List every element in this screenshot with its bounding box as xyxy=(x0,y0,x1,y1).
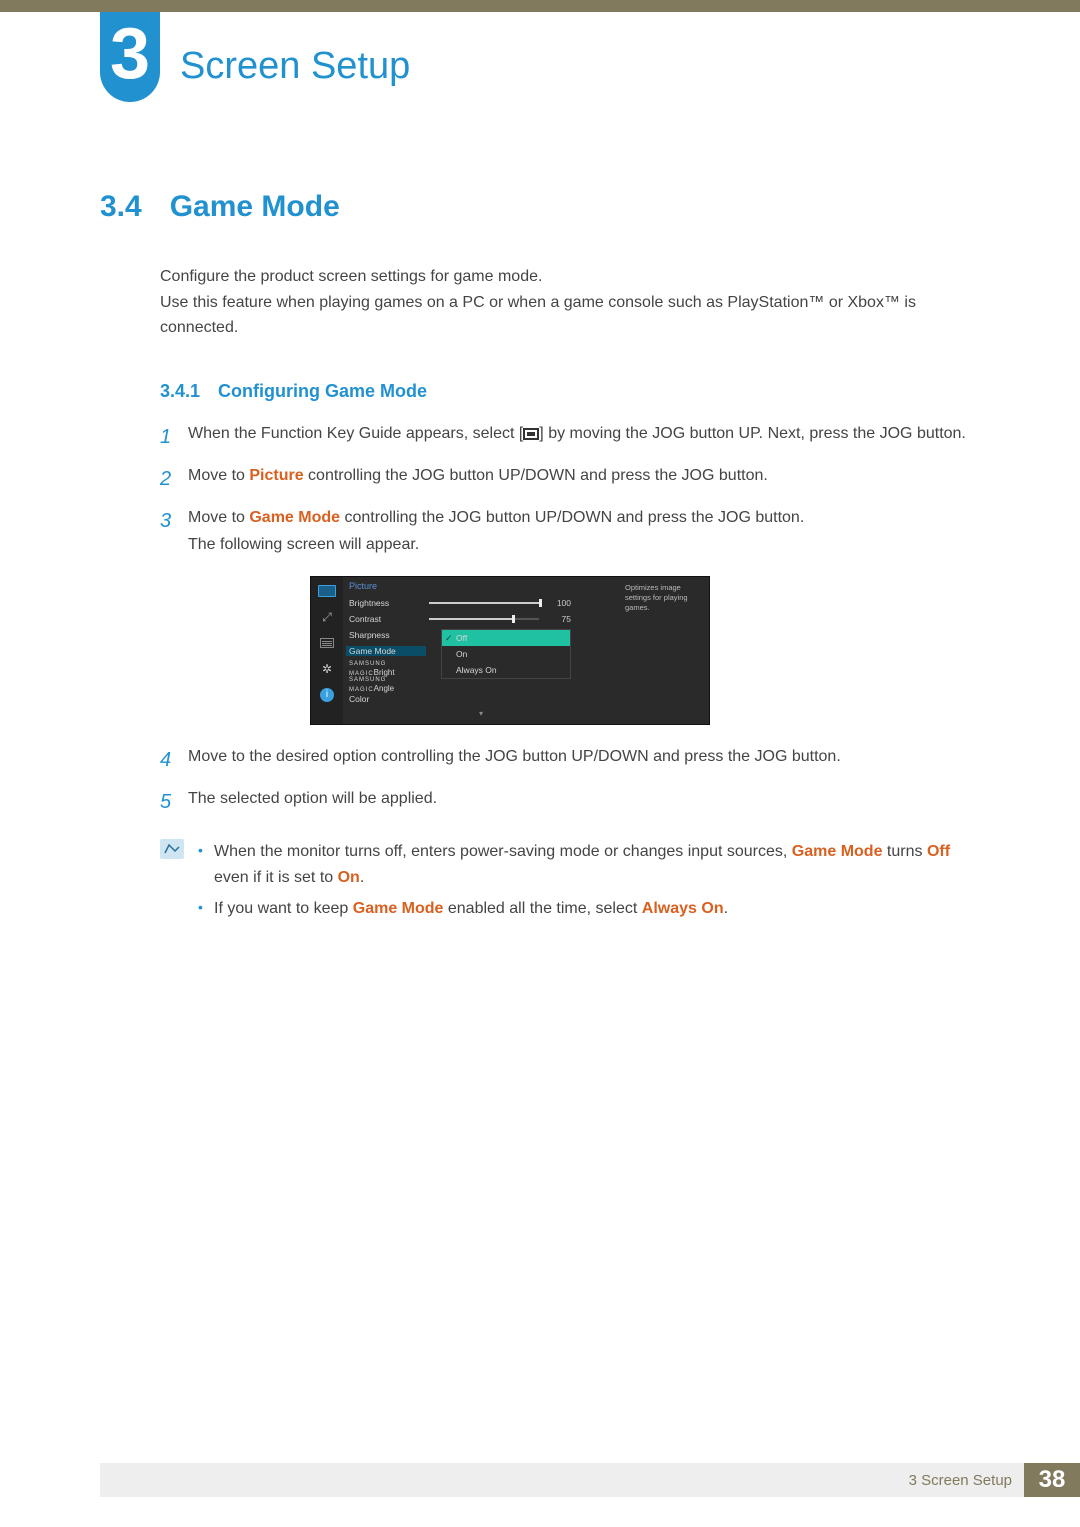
header-band xyxy=(0,0,1080,12)
section-heading: 3.4 Game Mode xyxy=(100,190,980,224)
step-text: Move to xyxy=(188,467,249,484)
step-number: 3 xyxy=(160,504,188,558)
page-number: 38 xyxy=(1024,1463,1080,1497)
osd-slider xyxy=(429,618,539,620)
step-1: 1 When the Function Key Guide appears, s… xyxy=(160,420,980,454)
keyword-off: Off xyxy=(927,843,950,860)
osd-option-alwayson: Always On xyxy=(442,662,570,678)
note-text: enabled all the time, select xyxy=(443,900,641,917)
section-number: 3.4 xyxy=(100,190,142,223)
step-number: 2 xyxy=(160,462,188,496)
keyword-alwayson: Always On xyxy=(642,900,724,917)
chapter-title: Screen Setup xyxy=(180,45,410,88)
osd-label: Sharpness xyxy=(349,630,429,640)
step-text: ] by moving the JOG button UP. Next, pre… xyxy=(539,425,966,442)
subsection-heading: 3.4.1 Configuring Game Mode xyxy=(160,381,980,402)
osd-option-on: On xyxy=(442,646,570,662)
menu-icon xyxy=(523,428,539,440)
step-text: When the Function Key Guide appears, sel… xyxy=(188,425,523,442)
osd-row-contrast: Contrast 75 xyxy=(349,611,613,627)
step-body: Move to Picture controlling the JOG butt… xyxy=(188,462,980,496)
resize-icon: ⤢ xyxy=(317,609,337,625)
note-text: If you want to keep xyxy=(214,900,353,917)
step-number: 1 xyxy=(160,420,188,454)
note-item: When the monitor turns off, enters power… xyxy=(198,839,980,890)
step-body: When the Function Key Guide appears, sel… xyxy=(188,420,980,454)
note-text: even if it is set to xyxy=(214,869,338,886)
note-list: When the monitor turns off, enters power… xyxy=(198,839,980,928)
osd-screenshot: ⤢ ✲ i Picture Brightness 100 Contrast 75… xyxy=(310,576,710,725)
intro-line-1: Configure the product screen settings fo… xyxy=(160,264,980,290)
osd-value: 100 xyxy=(547,598,571,608)
osd-tip: Optimizes image settings for playing gam… xyxy=(619,577,709,724)
list-icon xyxy=(317,635,337,651)
step-body: Move to the desired option controlling t… xyxy=(188,743,980,777)
note-item: If you want to keep Game Mode enabled al… xyxy=(198,896,980,922)
footer-text: 3 Screen Setup xyxy=(909,1472,1012,1489)
osd-main: Picture Brightness 100 Contrast 75 Sharp… xyxy=(343,577,619,724)
osd-row-brightness: Brightness 100 xyxy=(349,595,613,611)
osd-label: SAMSUNGMAGICAngle xyxy=(349,673,429,693)
keyword-gamemode: Game Mode xyxy=(353,900,444,917)
step-body: The selected option will be applied. xyxy=(188,785,980,819)
page-content: 3.4Game Mode Configure the product scree… xyxy=(100,190,980,928)
keyword-gamemode: Game Mode xyxy=(249,509,340,526)
step-4: 4 Move to the desired option controlling… xyxy=(160,743,980,777)
keyword-on: On xyxy=(338,869,360,886)
osd-slider xyxy=(429,602,539,604)
keyword-picture: Picture xyxy=(249,467,303,484)
step-3: 3 Move to Game Mode controlling the JOG … xyxy=(160,504,980,558)
subsection-number: 3.4.1 xyxy=(160,381,200,401)
intro-paragraphs: Configure the product screen settings fo… xyxy=(100,264,980,341)
note-text: When the monitor turns off, enters power… xyxy=(214,843,792,860)
step-number: 5 xyxy=(160,785,188,819)
osd-label: Contrast xyxy=(349,614,429,624)
step-text: Move to xyxy=(188,509,249,526)
note-text: . xyxy=(724,900,728,917)
step-5: 5 The selected option will be applied. xyxy=(160,785,980,819)
step-text: controlling the JOG button UP/DOWN and p… xyxy=(340,509,804,526)
footer: 3 Screen Setup 38 xyxy=(100,1463,1080,1497)
osd-option-off: Off xyxy=(442,630,570,646)
step-number: 4 xyxy=(160,743,188,777)
step-body: Move to Game Mode controlling the JOG bu… xyxy=(188,504,980,558)
step-text: controlling the JOG button UP/DOWN and p… xyxy=(304,467,768,484)
monitor-icon xyxy=(317,583,337,599)
step-2: 2 Move to Picture controlling the JOG bu… xyxy=(160,462,980,496)
keyword-gamemode: Game Mode xyxy=(792,843,883,860)
osd-submenu: Off On Always On xyxy=(441,629,571,679)
intro-line-2: Use this feature when playing games on a… xyxy=(160,290,980,341)
osd-title: Picture xyxy=(349,581,613,591)
note-block: When the monitor turns off, enters power… xyxy=(160,839,980,928)
note-text: . xyxy=(360,869,364,886)
osd-sidebar: ⤢ ✲ i xyxy=(311,577,343,724)
osd-label-active: Game Mode xyxy=(346,646,426,656)
osd-label: Color xyxy=(349,694,429,704)
osd-value: 75 xyxy=(547,614,571,624)
note-icon xyxy=(160,839,184,859)
step-text: The following screen will appear. xyxy=(188,531,980,558)
subsection-title: Configuring Game Mode xyxy=(218,381,427,401)
gear-icon: ✲ xyxy=(317,661,337,677)
section-title: Game Mode xyxy=(170,190,340,223)
osd-row-color: Color xyxy=(349,691,613,707)
chevron-down-icon: ▾ xyxy=(349,709,613,718)
note-text: turns xyxy=(882,843,926,860)
info-icon: i xyxy=(317,687,337,703)
chapter-number-badge: 3 xyxy=(100,12,160,102)
osd-label: Brightness xyxy=(349,598,429,608)
